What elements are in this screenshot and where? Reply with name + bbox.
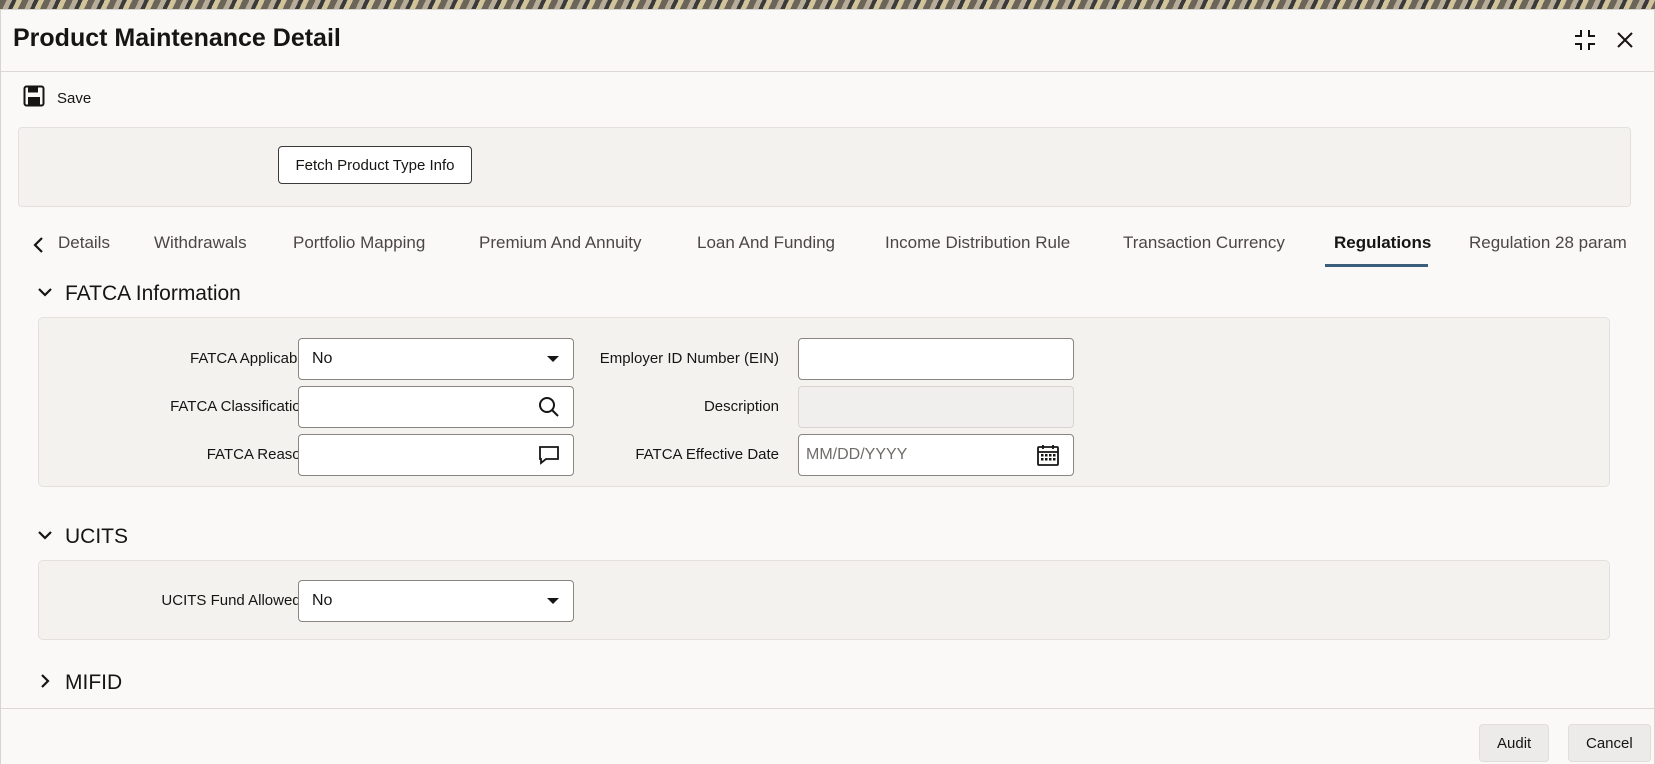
calendar-icon[interactable] (1036, 443, 1060, 467)
tab-transaction-currency[interactable]: Transaction Currency (1123, 233, 1285, 253)
fatca-effective-date-input[interactable]: MM/DD/YYYY (798, 434, 1074, 476)
ucits-fund-allowed-label: UCITS Fund Allowed? (161, 592, 309, 609)
fatca-panel: FATCA Applicable No FATCA Classification… (38, 317, 1610, 487)
caret-down-icon (546, 597, 560, 605)
fatca-applicable-label: FATCA Applicable (190, 350, 309, 367)
fatca-section-title: FATCA Information (65, 282, 241, 305)
ucits-fund-allowed-value: No (312, 592, 333, 609)
tab-premium-and-annuity[interactable]: Premium And Annuity (479, 233, 642, 253)
fatca-classification-input[interactable] (298, 386, 574, 428)
employer-id-input[interactable] (798, 338, 1074, 380)
ucits-section-header[interactable]: UCITS (37, 522, 128, 552)
header-panel: Fetch Product Type Info (18, 127, 1631, 207)
floppy-disk-icon (23, 85, 45, 112)
employer-id-label: Employer ID Number (EIN) (599, 350, 779, 367)
chevron-down-icon (37, 284, 53, 305)
fatca-effective-date-placeholder: MM/DD/YYYY (806, 446, 908, 463)
search-icon[interactable] (538, 396, 560, 418)
tab-portfolio-mapping[interactable]: Portfolio Mapping (293, 233, 425, 253)
comment-icon[interactable] (538, 445, 560, 465)
fatca-effective-date-label: FATCA Effective Date (635, 446, 779, 463)
tab-bar: Details Withdrawals Portfolio Mapping Pr… (1, 222, 1655, 268)
tab-details[interactable]: Details (58, 233, 110, 253)
footer-bar: Audit Cancel (1, 708, 1654, 764)
description-label: Description (703, 398, 779, 415)
fatca-reason-input[interactable] (298, 434, 574, 476)
fatca-classification-label: FATCA Classification (170, 398, 309, 415)
fatca-applicable-value: No (312, 350, 333, 367)
page-title: Product Maintenance Detail (13, 24, 341, 52)
save-label: Save (57, 89, 92, 107)
caret-down-icon (546, 355, 560, 363)
description-field (798, 386, 1074, 428)
fatca-applicable-select[interactable]: No (298, 338, 574, 380)
audit-button[interactable]: Audit (1479, 724, 1550, 762)
tab-loan-and-funding[interactable]: Loan And Funding (697, 233, 835, 253)
ucits-section-title: UCITS (65, 525, 128, 548)
fatca-reason-label: FATCA Reason (206, 446, 309, 463)
ucits-fund-allowed-select[interactable]: No (298, 580, 574, 622)
ucits-panel: UCITS Fund Allowed? No (38, 560, 1610, 640)
cancel-button[interactable]: Cancel (1568, 724, 1651, 762)
active-tab-indicator (1325, 264, 1428, 267)
chevron-left-icon[interactable] (27, 230, 51, 260)
save-button[interactable]: Save (23, 84, 91, 112)
background-strip (0, 0, 1655, 9)
close-icon[interactable] (1610, 25, 1640, 55)
tab-income-distribution-rule[interactable]: Income Distribution Rule (885, 233, 1070, 253)
mifid-section-title: MIFID (65, 671, 123, 694)
tab-regulation-28-param[interactable]: Regulation 28 param (1469, 233, 1627, 253)
maximize-icon[interactable] (1570, 25, 1600, 55)
tab-regulations[interactable]: Regulations (1334, 233, 1431, 253)
tab-withdrawals[interactable]: Withdrawals (154, 233, 247, 253)
chevron-right-icon (37, 673, 53, 694)
chevron-down-icon (37, 527, 53, 548)
product-maintenance-window: Product Maintenance Detail Save Fetch Pr… (0, 9, 1655, 764)
title-bar: Product Maintenance Detail (1, 10, 1654, 72)
fetch-product-type-info-button[interactable]: Fetch Product Type Info (278, 146, 472, 184)
fatca-section-header[interactable]: FATCA Information (37, 279, 241, 309)
mifid-section-header[interactable]: MIFID (37, 668, 122, 698)
